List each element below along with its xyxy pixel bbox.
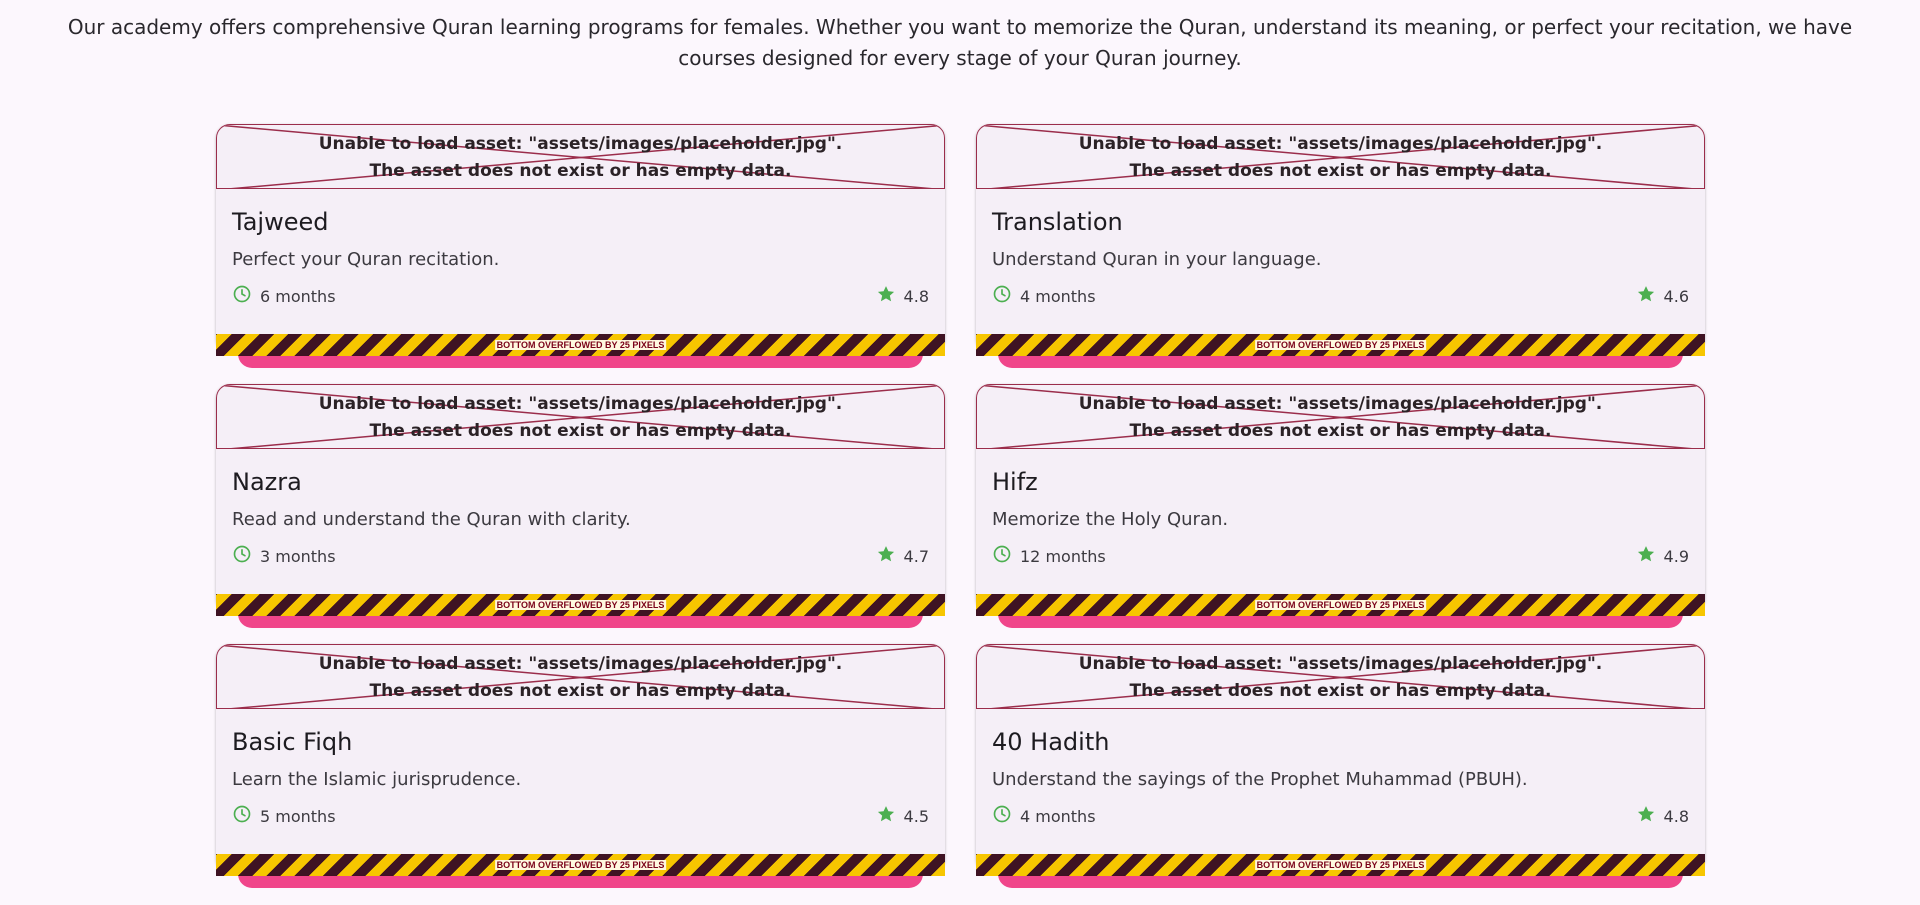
star-icon [1636, 804, 1656, 828]
image-error-text: Unable to load asset: "assets/images/pla… [217, 131, 944, 185]
clock-icon [992, 544, 1012, 568]
course-description: Understand Quran in your language. [992, 249, 1322, 270]
course-rating: 4.9 [1636, 544, 1689, 568]
course-title: Nazra [232, 468, 302, 496]
clock-icon [232, 804, 252, 828]
course-rating: 4.5 [876, 804, 929, 828]
overflow-warning-stripe: BOTTOM OVERFLOWED BY 25 PIXELS [976, 594, 1705, 616]
image-error-placeholder: Unable to load asset: "assets/images/pla… [216, 644, 945, 709]
star-icon [876, 804, 896, 828]
rating-text: 4.5 [903, 806, 929, 826]
overflow-warning-label: BOTTOM OVERFLOWED BY 25 PIXELS [1254, 600, 1427, 610]
overflow-warning-label: BOTTOM OVERFLOWED BY 25 PIXELS [494, 860, 667, 870]
course-card[interactable]: Unable to load asset: "assets/images/pla… [216, 124, 945, 368]
overflow-warning-stripe: BOTTOM OVERFLOWED BY 25 PIXELS [976, 334, 1705, 356]
course-description: Memorize the Holy Quran. [992, 509, 1229, 530]
intro-text: Our academy offers comprehensive Quran l… [67, 15, 1853, 70]
course-duration: 6 months [232, 284, 336, 308]
image-error-line2: The asset does not exist or has empty da… [1129, 161, 1552, 181]
clock-icon [232, 284, 252, 308]
image-error-text: Unable to load asset: "assets/images/pla… [977, 391, 1704, 445]
rating-text: 4.6 [1663, 286, 1689, 306]
star-icon [1636, 544, 1656, 568]
image-error-line1: Unable to load asset: "assets/images/pla… [318, 134, 843, 154]
rating-text: 4.7 [903, 546, 929, 566]
duration-text: 5 months [260, 806, 336, 826]
overflow-warning-stripe: BOTTOM OVERFLOWED BY 25 PIXELS [216, 594, 945, 616]
image-error-placeholder: Unable to load asset: "assets/images/pla… [216, 384, 945, 449]
image-error-text: Unable to load asset: "assets/images/pla… [977, 651, 1704, 705]
overflow-warning-label: BOTTOM OVERFLOWED BY 25 PIXELS [494, 340, 667, 350]
image-error-line1: Unable to load asset: "assets/images/pla… [1078, 134, 1603, 154]
course-card[interactable]: Unable to load asset: "assets/images/pla… [216, 644, 945, 888]
course-title: Tajweed [232, 208, 329, 236]
course-rating: 4.8 [876, 284, 929, 308]
course-title: Translation [992, 208, 1123, 236]
course-card[interactable]: Unable to load asset: "assets/images/pla… [216, 384, 945, 628]
image-error-placeholder: Unable to load asset: "assets/images/pla… [216, 124, 945, 189]
course-description: Read and understand the Quran with clari… [232, 509, 631, 530]
image-error-line2: The asset does not exist or has empty da… [1129, 421, 1552, 441]
image-error-line1: Unable to load asset: "assets/images/pla… [1078, 394, 1603, 414]
course-rating: 4.7 [876, 544, 929, 568]
duration-text: 12 months [1020, 546, 1106, 566]
image-error-text: Unable to load asset: "assets/images/pla… [977, 131, 1704, 185]
rating-text: 4.8 [1663, 806, 1689, 826]
rating-text: 4.8 [903, 286, 929, 306]
clock-icon [232, 544, 252, 568]
image-error-placeholder: Unable to load asset: "assets/images/pla… [976, 644, 1705, 709]
star-icon [876, 284, 896, 308]
course-rating: 4.8 [1636, 804, 1689, 828]
course-card[interactable]: Unable to load asset: "assets/images/pla… [976, 644, 1705, 888]
image-error-line2: The asset does not exist or has empty da… [369, 161, 792, 181]
course-card[interactable]: Unable to load asset: "assets/images/pla… [976, 384, 1705, 628]
duration-text: 4 months [1020, 286, 1096, 306]
image-error-line1: Unable to load asset: "assets/images/pla… [318, 654, 843, 674]
course-duration: 12 months [992, 544, 1106, 568]
image-error-placeholder: Unable to load asset: "assets/images/pla… [976, 124, 1705, 189]
overflow-warning-label: BOTTOM OVERFLOWED BY 25 PIXELS [1254, 860, 1427, 870]
course-duration: 4 months [992, 284, 1096, 308]
clock-icon [992, 804, 1012, 828]
course-rating: 4.6 [1636, 284, 1689, 308]
course-grid: Unable to load asset: "assets/images/pla… [216, 124, 1705, 888]
course-title: Basic Fiqh [232, 728, 353, 756]
image-error-line1: Unable to load asset: "assets/images/pla… [318, 394, 843, 414]
duration-text: 6 months [260, 286, 336, 306]
overflow-warning-label: BOTTOM OVERFLOWED BY 25 PIXELS [494, 600, 667, 610]
course-card[interactable]: Unable to load asset: "assets/images/pla… [976, 124, 1705, 368]
overflow-warning-label: BOTTOM OVERFLOWED BY 25 PIXELS [1254, 340, 1427, 350]
course-duration: 4 months [992, 804, 1096, 828]
image-error-line2: The asset does not exist or has empty da… [369, 421, 792, 441]
image-error-line2: The asset does not exist or has empty da… [1129, 681, 1552, 701]
duration-text: 4 months [1020, 806, 1096, 826]
image-error-placeholder: Unable to load asset: "assets/images/pla… [976, 384, 1705, 449]
rating-text: 4.9 [1663, 546, 1689, 566]
clock-icon [992, 284, 1012, 308]
duration-text: 3 months [260, 546, 336, 566]
image-error-text: Unable to load asset: "assets/images/pla… [217, 391, 944, 445]
image-error-line2: The asset does not exist or has empty da… [369, 681, 792, 701]
image-error-text: Unable to load asset: "assets/images/pla… [217, 651, 944, 705]
star-icon [876, 544, 896, 568]
course-description: Understand the sayings of the Prophet Mu… [992, 769, 1528, 790]
course-duration: 3 months [232, 544, 336, 568]
overflow-warning-stripe: BOTTOM OVERFLOWED BY 25 PIXELS [216, 334, 945, 356]
course-description: Learn the Islamic jurisprudence. [232, 769, 522, 790]
star-icon [1636, 284, 1656, 308]
course-description: Perfect your Quran recitation. [232, 249, 500, 270]
course-title: Hifz [992, 468, 1038, 496]
overflow-warning-stripe: BOTTOM OVERFLOWED BY 25 PIXELS [216, 854, 945, 876]
image-error-line1: Unable to load asset: "assets/images/pla… [1078, 654, 1603, 674]
course-duration: 5 months [232, 804, 336, 828]
course-title: 40 Hadith [992, 728, 1110, 756]
overflow-warning-stripe: BOTTOM OVERFLOWED BY 25 PIXELS [976, 854, 1705, 876]
